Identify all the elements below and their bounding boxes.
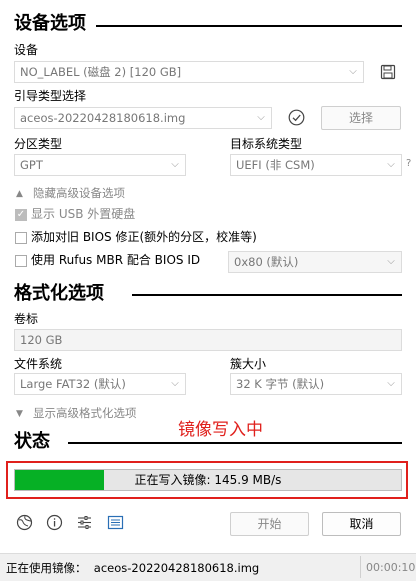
bios-id-value: 0x80 (默认) <box>234 255 299 269</box>
device-section-title: 设备选项 <box>14 13 86 34</box>
save-icon[interactable] <box>379 64 397 84</box>
partition-scheme-label: 分区类型 <box>14 137 63 151</box>
usb-hdd-label: 显示 USB 外置硬盘 <box>31 207 136 221</box>
target-system-label: 目标系统类型 <box>230 137 303 151</box>
globe-icon[interactable] <box>15 514 33 535</box>
select-image-button[interactable]: 选择 <box>321 106 401 130</box>
file-system-select[interactable]: Large FAT32 (默认) ⌵ <box>14 373 186 395</box>
rufus-mbr-checkbox[interactable] <box>15 255 27 267</box>
show-advanced-format-toggle[interactable]: 显示高级格式化选项 <box>33 405 137 421</box>
chevron-down-icon: ⌵ <box>349 66 357 77</box>
format-section-rule <box>132 294 402 296</box>
cluster-size-select[interactable]: 32 K 字节 (默认) ⌵ <box>230 373 402 395</box>
target-system-help[interactable]: ? <box>406 156 411 172</box>
volume-label-label: 卷标 <box>14 312 39 326</box>
device-select[interactable]: NO_LABEL (磁盘 2) [120 GB] ⌵ <box>14 61 364 83</box>
status-bar-divider <box>360 556 361 578</box>
chevron-down-icon: ⌵ <box>387 256 395 267</box>
status-section-title: 状态 <box>14 431 50 452</box>
chevron-down-icon: ⌵ <box>387 159 395 170</box>
boot-type-value: aceos-20220428180618.img <box>20 111 186 125</box>
volume-label-input[interactable]: 120 GB <box>14 329 402 351</box>
file-system-value: Large FAT32 (默认) <box>20 377 126 391</box>
format-section-title: 格式化选项 <box>14 283 104 304</box>
cancel-button[interactable]: 取消 <box>322 512 401 536</box>
hide-advanced-device-toggle[interactable]: 隐藏高级设备选项 <box>33 185 125 201</box>
chevron-down-icon[interactable]: ▼ <box>16 406 23 422</box>
boot-type-select[interactable]: aceos-20220428180618.img ⌵ <box>14 107 272 129</box>
info-icon[interactable] <box>45 514 63 535</box>
file-system-label: 文件系统 <box>14 357 63 371</box>
chevron-down-icon: ⌵ <box>171 159 179 170</box>
chevron-down-icon: ⌵ <box>387 378 395 389</box>
status-bar: 正在使用镜像： aceos-20220428180618.img 00:00:1… <box>0 553 416 581</box>
partition-scheme-select[interactable]: GPT ⌵ <box>14 154 186 176</box>
progress-bar: 正在写入镜像: 145.9 MB/s <box>14 469 402 491</box>
bios-fix-label: 添加对旧 BIOS 修正(额外的分区，校准等) <box>31 230 257 244</box>
settings-sliders-icon[interactable] <box>75 514 93 535</box>
boot-type-label: 引导类型选择 <box>14 89 87 103</box>
elapsed-time: 00:00:10 <box>366 561 416 574</box>
bios-id-select[interactable]: 0x80 (默认) ⌵ <box>228 251 402 273</box>
cluster-size-value: 32 K 字节 (默认) <box>236 377 325 391</box>
cluster-size-label: 簇大小 <box>230 357 267 371</box>
target-system-value: UEFI (非 CSM) <box>236 158 315 172</box>
device-section-rule <box>96 25 402 27</box>
check-circle-icon[interactable] <box>287 109 305 130</box>
status-section-rule <box>68 442 402 444</box>
partition-scheme-value: GPT <box>20 158 43 172</box>
writing-annotation: 镜像写入中 <box>178 420 263 440</box>
usb-hdd-checkbox[interactable]: ✓ <box>15 209 27 221</box>
target-system-select[interactable]: UEFI (非 CSM) ⌵ <box>230 154 402 176</box>
chevron-up-icon[interactable]: ▲ <box>16 186 23 202</box>
log-icon[interactable] <box>106 514 124 535</box>
bios-fix-checkbox[interactable] <box>15 232 27 244</box>
device-label: 设备 <box>14 43 39 57</box>
device-select-value: NO_LABEL (磁盘 2) [120 GB] <box>20 65 182 79</box>
progress-text: 正在写入镜像: 145.9 MB/s <box>134 473 282 487</box>
chevron-down-icon: ⌵ <box>257 112 265 123</box>
start-button[interactable]: 开始 <box>230 512 309 536</box>
chevron-down-icon: ⌵ <box>171 378 179 389</box>
rufus-mbr-label: 使用 Rufus MBR 配合 BIOS ID <box>31 253 201 267</box>
status-bar-text: 正在使用镜像： aceos-20220428180618.img <box>6 561 260 575</box>
